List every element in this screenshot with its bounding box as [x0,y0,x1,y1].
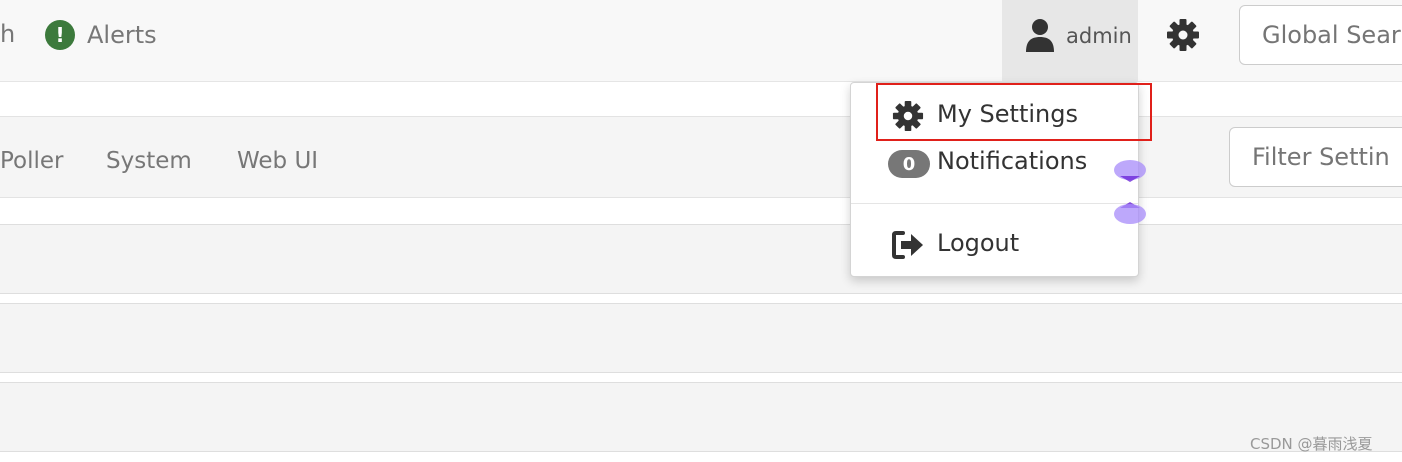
alerts-label: Alerts [87,21,157,49]
notifications-label: Notifications [937,147,1088,175]
top-navbar: h ! Alerts admin [0,0,1402,82]
logout-label: Logout [937,229,1020,257]
user-dropdown-menu: My Settings 0 Notifications Logout [850,82,1139,277]
global-search-input[interactable] [1239,5,1402,65]
menu-item-notifications[interactable]: 0 Notifications [851,140,1138,186]
settings-row [0,224,1402,294]
logout-icon [892,231,923,259]
settings-gear-icon [892,100,924,132]
tab-poller[interactable]: Poller [0,148,64,174]
tab-system[interactable]: System [106,148,192,174]
cursor-marker-icon [1114,160,1146,224]
notification-count-badge: 0 [888,150,930,178]
watermark: CSDN @暮雨浅夏 [1250,435,1373,453]
user-menu-toggle[interactable]: admin [1002,0,1138,81]
gear-icon[interactable] [1166,18,1200,52]
user-name: admin [1066,24,1132,48]
settings-row [0,303,1402,373]
user-icon [1026,19,1054,52]
menu-item-my-settings[interactable]: My Settings [851,93,1138,139]
content-strip [0,82,1402,116]
menu-divider [851,203,1138,204]
settings-row [0,382,1402,452]
tab-web-ui[interactable]: Web UI [237,148,318,174]
nav-item-partial[interactable]: h [0,20,15,48]
my-settings-label: My Settings [937,100,1078,128]
alert-icon: ! [45,20,75,50]
menu-item-logout[interactable]: Logout [851,222,1138,268]
settings-tab-bar: Poller System Web UI [0,116,1402,198]
alerts-link[interactable]: ! Alerts [45,18,157,52]
filter-settings-input[interactable] [1229,127,1402,187]
